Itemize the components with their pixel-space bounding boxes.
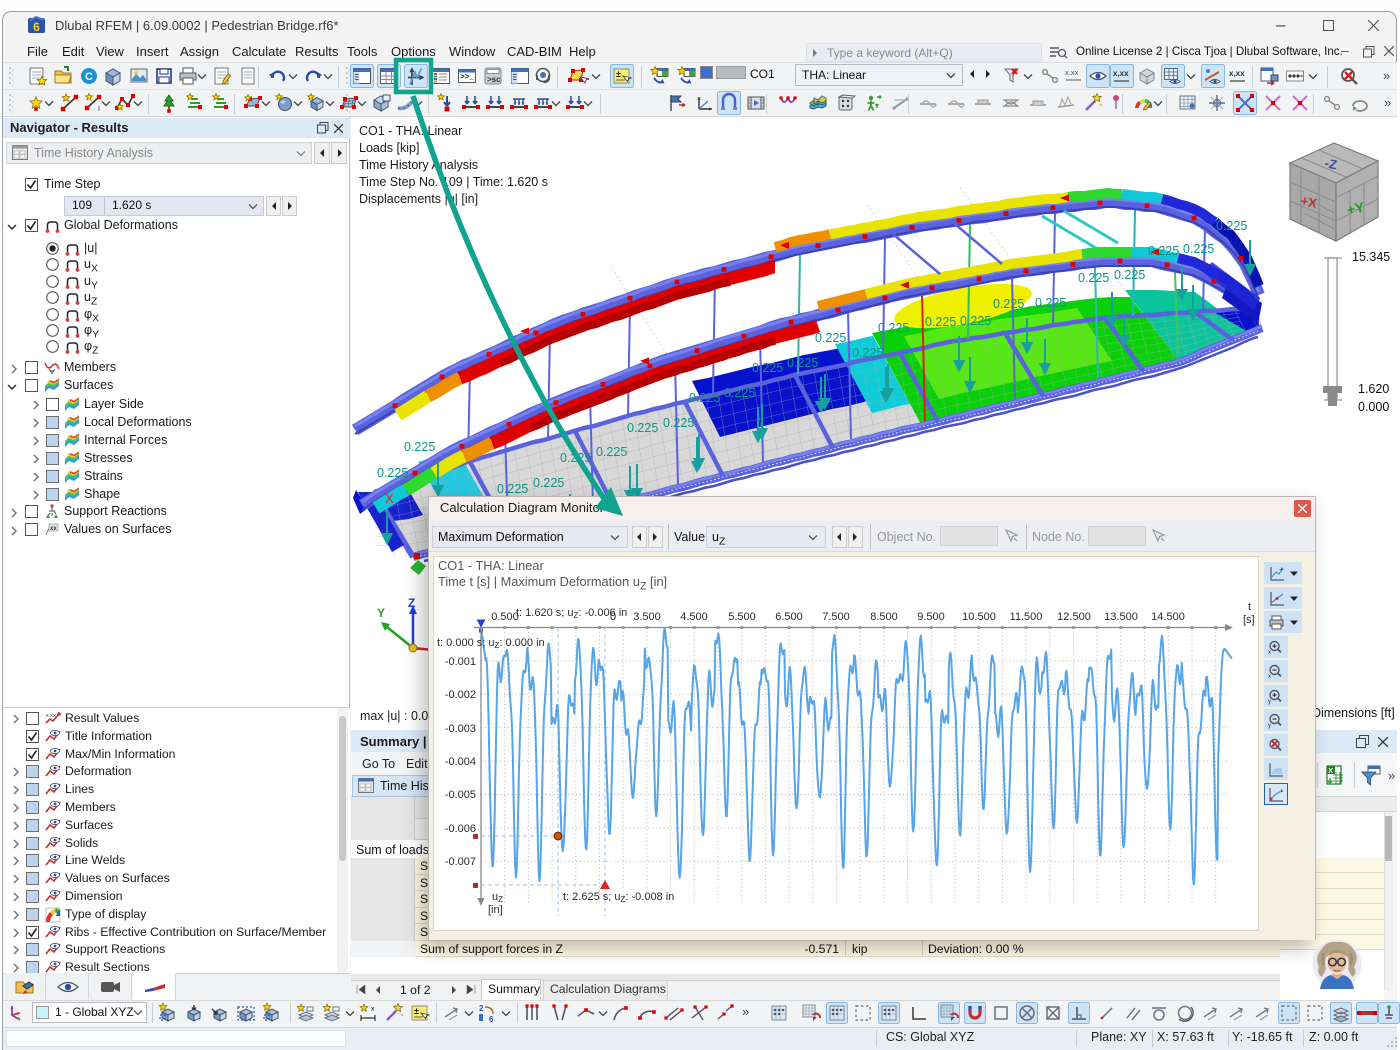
svg-text:uZ: uZ <box>492 891 503 904</box>
svg-text:0.225: 0.225 <box>1078 271 1109 285</box>
svg-text:0.225: 0.225 <box>1216 219 1247 233</box>
svg-text:0.225: 0.225 <box>960 314 991 328</box>
svg-text:[s]: [s] <box>1243 614 1255 626</box>
svg-text:14.500: 14.500 <box>1151 611 1185 623</box>
svg-text:13.500: 13.500 <box>1104 611 1138 623</box>
svg-text:0.225: 0.225 <box>404 440 435 454</box>
svg-text:0.225: 0.225 <box>787 356 818 370</box>
svg-text:4.500: 4.500 <box>680 611 708 623</box>
svg-text:xx: xx <box>50 526 57 532</box>
svg-text:X: X <box>385 491 394 506</box>
svg-text:5.500: 5.500 <box>728 611 756 623</box>
svg-text:6.500: 6.500 <box>775 611 803 623</box>
svg-text:y: y <box>1268 723 1271 729</box>
svg-text:-0.002: -0.002 <box>445 689 476 701</box>
svg-text:2: 2 <box>479 1004 484 1013</box>
svg-text:0.225: 0.225 <box>689 391 720 405</box>
svg-text:0.225: 0.225 <box>1035 296 1066 310</box>
svg-text:0.225: 0.225 <box>993 297 1024 311</box>
svg-text:X: X <box>1328 768 1333 775</box>
svg-text:t: t <box>1248 601 1251 613</box>
svg-text:[in]: [in] <box>488 904 503 916</box>
svg-text:0.225: 0.225 <box>724 386 755 400</box>
svg-text:-0.006: -0.006 <box>445 823 476 835</box>
svg-text:0.225: 0.225 <box>925 315 956 329</box>
svg-text:x.xx: x.xx <box>46 713 56 719</box>
svg-text:12.500: 12.500 <box>1057 611 1091 623</box>
svg-text:>sc: >sc <box>487 75 501 84</box>
svg-text:Z: Z <box>408 596 415 610</box>
svg-text:y: y <box>1268 699 1271 705</box>
svg-text:-0.001: -0.001 <box>445 656 476 668</box>
svg-text:-0.007: -0.007 <box>445 856 476 868</box>
svg-text:I: I <box>98 106 100 113</box>
svg-text:9.500: 9.500 <box>917 611 945 623</box>
svg-text:0.225: 0.225 <box>1148 244 1179 258</box>
svg-text:0.225: 0.225 <box>878 321 909 335</box>
svg-text:x,xx: x,xx <box>1113 69 1129 78</box>
svg-text:+: + <box>1279 565 1284 574</box>
svg-text:0.225: 0.225 <box>1114 268 1145 282</box>
svg-text:0.225: 0.225 <box>852 346 883 360</box>
svg-text:0.225: 0.225 <box>497 482 528 496</box>
svg-text:0.225: 0.225 <box>663 416 694 430</box>
svg-text:±: ± <box>414 1006 419 1016</box>
svg-text:0.225: 0.225 <box>560 451 591 465</box>
svg-text:x,xx: x,xx <box>1229 69 1245 78</box>
svg-text:7.500: 7.500 <box>822 611 850 623</box>
svg-text:6: 6 <box>489 1015 494 1024</box>
svg-text:0.500: 0.500 <box>491 611 519 623</box>
svg-text:0.225: 0.225 <box>533 476 564 490</box>
svg-text:t: 2.625 s; uZ: -0.008 in: t: 2.625 s; uZ: -0.008 in <box>563 891 674 904</box>
svg-text:+X: +X <box>1299 193 1318 211</box>
svg-text:3.500: 3.500 <box>633 611 661 623</box>
svg-text:C: C <box>85 71 93 83</box>
svg-text:0.225: 0.225 <box>627 421 658 435</box>
svg-text:Y: Y <box>377 606 385 620</box>
svg-text:0.225: 0.225 <box>596 445 627 459</box>
svg-text:10.500: 10.500 <box>962 611 996 623</box>
svg-text:0.225: 0.225 <box>752 361 783 375</box>
svg-text:x.xx: x.xx <box>1065 68 1079 77</box>
svg-text:>>_: >>_ <box>460 72 474 81</box>
svg-text:0.225: 0.225 <box>1183 242 1214 256</box>
svg-text:8.500: 8.500 <box>870 611 898 623</box>
svg-text:t: 0.000 s; uZ: 0.000 in: t: 0.000 s; uZ: 0.000 in <box>437 637 545 650</box>
svg-text:0: 0 <box>610 611 616 623</box>
svg-text:-0.005: -0.005 <box>445 789 476 801</box>
svg-text:6: 6 <box>33 20 40 34</box>
svg-text:x: x <box>1268 674 1271 680</box>
svg-text:x: x <box>1268 650 1271 656</box>
svg-text:-0.004: -0.004 <box>445 756 476 768</box>
svg-text:x: x <box>371 1006 375 1013</box>
svg-text:0.225: 0.225 <box>815 331 846 345</box>
svg-text:-0.003: -0.003 <box>445 723 476 735</box>
svg-text:11.500: 11.500 <box>1010 611 1043 623</box>
svg-text:0.225: 0.225 <box>377 466 408 480</box>
svg-text:±: ± <box>616 69 621 79</box>
